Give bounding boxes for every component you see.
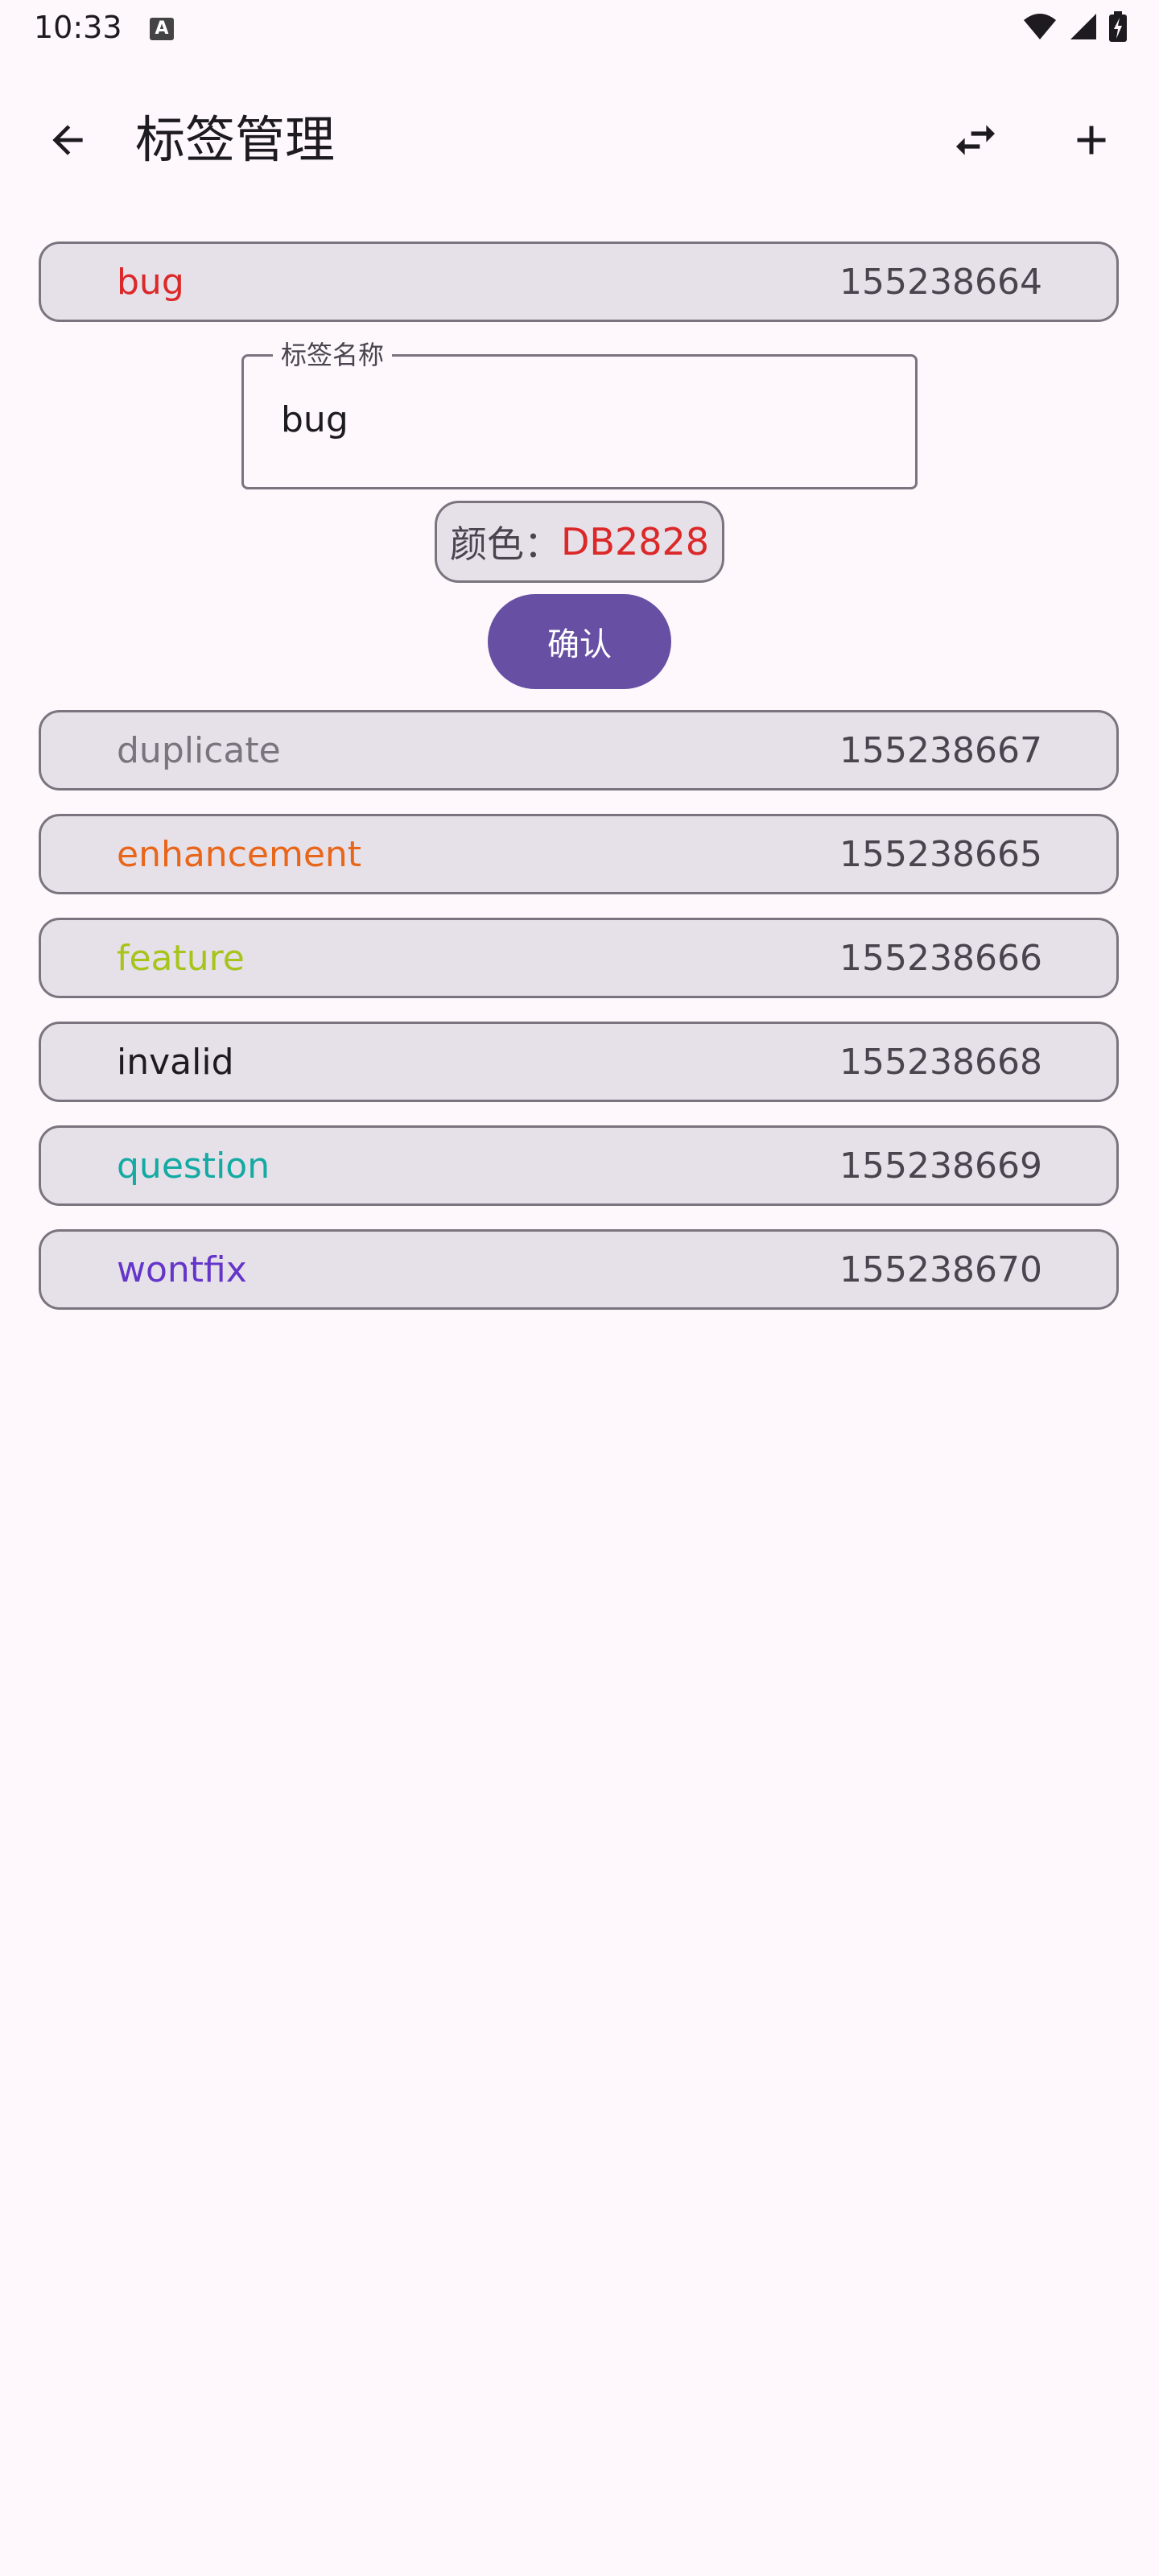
- tag-name: bug: [117, 262, 184, 303]
- tag-row[interactable]: duplicate 155238667: [39, 710, 1119, 791]
- tag-name-field-label: 标签名称: [273, 337, 393, 373]
- status-icons: [1022, 11, 1127, 42]
- color-label: 颜色：: [449, 522, 561, 566]
- tag-row[interactable]: wontfix 155238670: [39, 1229, 1119, 1310]
- status-bar: 10:33 A: [0, 0, 1159, 58]
- tag-name: duplicate: [117, 730, 281, 771]
- tag-id: 155238669: [839, 1146, 1042, 1187]
- tag-name: enhancement: [117, 834, 362, 875]
- tag-row[interactable]: feature 155238666: [39, 918, 1119, 998]
- app-bar: 标签管理: [0, 80, 1159, 193]
- cellular-signal-icon: [1070, 14, 1096, 39]
- tag-name: wontfix: [117, 1249, 247, 1290]
- swap-horizontal-icon: [956, 125, 995, 155]
- confirm-button[interactable]: 确认: [488, 594, 671, 689]
- tag-id: 155238665: [839, 834, 1042, 875]
- plus-icon: [1077, 126, 1106, 155]
- tag-row[interactable]: enhancement 155238665: [39, 814, 1119, 894]
- color-chip[interactable]: 颜色： DB2828: [435, 501, 724, 583]
- wifi-icon: [1024, 14, 1056, 39]
- status-time: 10:33: [34, 10, 122, 45]
- add-button[interactable]: [1056, 105, 1127, 175]
- tag-name-field-value[interactable]: bug: [281, 392, 349, 448]
- tag-id: 155238670: [839, 1249, 1042, 1290]
- tag-name: question: [117, 1146, 270, 1187]
- tag-row[interactable]: invalid 155238668: [39, 1022, 1119, 1102]
- tag-id: 155238667: [839, 730, 1042, 771]
- tag-id: 155238668: [839, 1042, 1042, 1083]
- tag-name: invalid: [117, 1042, 234, 1083]
- page-title: 标签管理: [135, 110, 336, 169]
- arrow-back-icon: [52, 125, 83, 155]
- tag-row[interactable]: question 155238669: [39, 1125, 1119, 1206]
- tag-row-selected[interactable]: bug 155238664: [39, 242, 1119, 322]
- tag-name-field[interactable]: 标签名称 bug: [241, 337, 918, 489]
- back-button[interactable]: [32, 105, 103, 175]
- battery-icon: [1109, 11, 1127, 42]
- tag-id: 155238664: [839, 262, 1042, 303]
- notification-icon: A: [150, 18, 174, 40]
- tag-id: 155238666: [839, 938, 1042, 979]
- swap-button[interactable]: [940, 105, 1011, 175]
- tag-name: feature: [117, 938, 245, 979]
- color-value: DB2828: [560, 520, 710, 564]
